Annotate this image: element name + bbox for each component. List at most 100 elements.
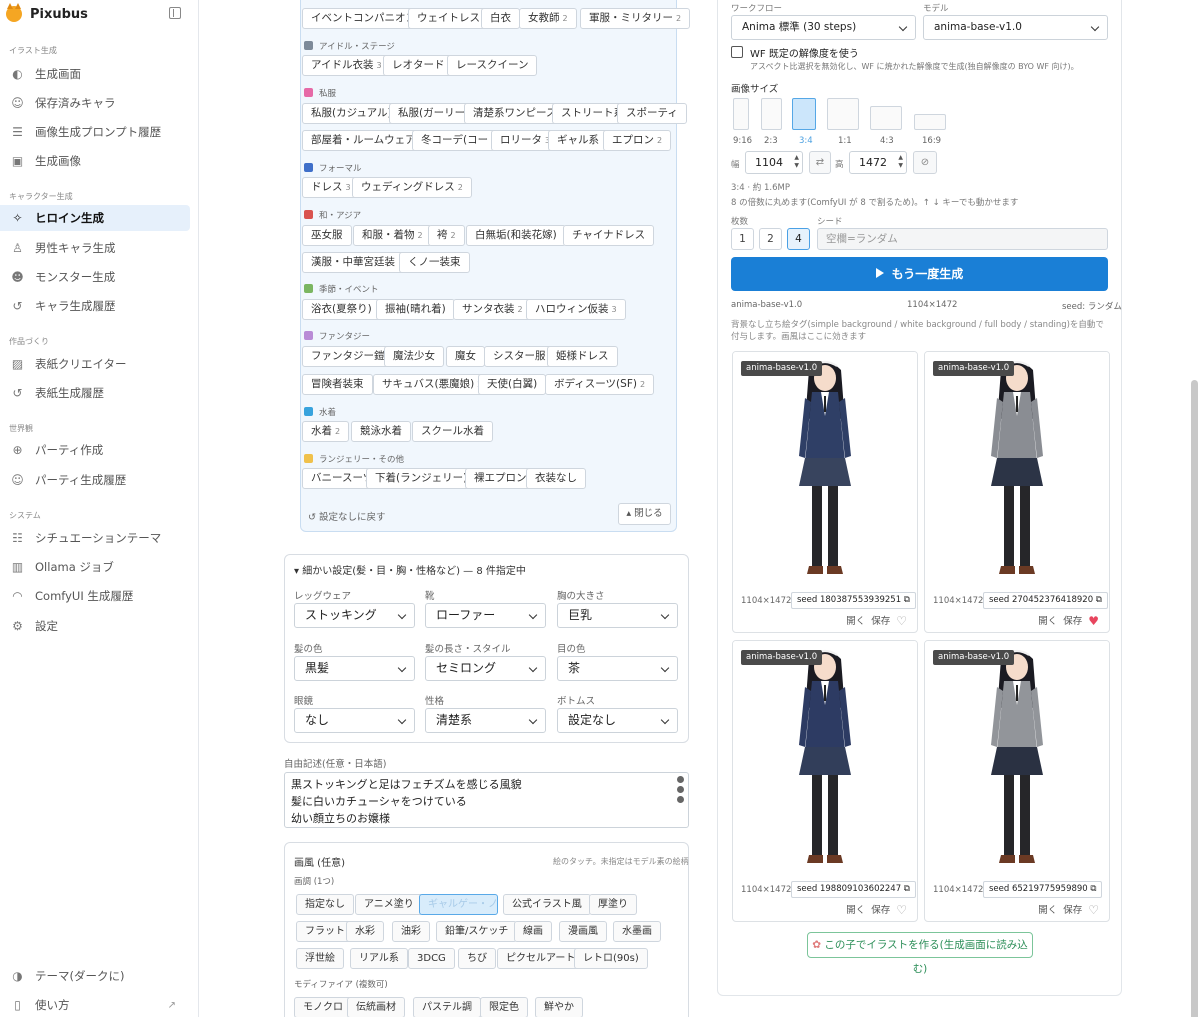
style-chip[interactable]: 指定なし	[296, 894, 354, 915]
seed-input[interactable]: 空欄=ランダム	[817, 228, 1108, 250]
outfit-chip[interactable]: 競泳水着	[351, 421, 411, 442]
detail-field-select[interactable]: セミロング	[425, 656, 546, 681]
sidebar-collapse-icon[interactable]	[169, 7, 181, 19]
detail-settings-toggle[interactable]: ▾ 細かい設定(髪・目・胸・性格など) — 8 件指定中	[294, 562, 526, 577]
detail-field-select[interactable]: 清楚系	[425, 708, 546, 733]
style-chip[interactable]: 浮世絵	[296, 948, 344, 969]
heart-icon[interactable]: ♡	[896, 614, 907, 628]
heart-icon[interactable]: ♡	[1088, 903, 1099, 917]
detail-field-select[interactable]: ローファー	[425, 603, 546, 628]
style-chip[interactable]: 3DCG	[408, 948, 455, 969]
outfit-chip[interactable]: 天使(白翼)	[478, 374, 547, 395]
style-chip[interactable]: 鉛筆/スケッチ	[436, 921, 518, 942]
outfit-chip[interactable]: 浴衣(夏祭り)	[302, 299, 381, 320]
sidebar-item-cover-history[interactable]: ↺ 表紙生成履歴	[0, 380, 190, 406]
style-chip[interactable]: 水彩	[346, 921, 384, 942]
style-chip[interactable]: ピクセルアート	[497, 948, 585, 969]
textarea-scrollbar[interactable]	[677, 776, 685, 816]
outfit-chip[interactable]: くノ一装束	[399, 252, 470, 273]
open-button[interactable]: 開く	[846, 616, 865, 627]
card-seed-copy[interactable]: seed 270452376418920 ⧉	[983, 592, 1108, 609]
detail-field-select[interactable]: 黒髪	[294, 656, 415, 681]
outfit-chip[interactable]: スポーティ	[617, 103, 687, 124]
outfit-chip[interactable]: 魔女	[446, 346, 485, 367]
outfit-chip[interactable]: スクール水着	[412, 421, 493, 442]
help-link[interactable]: ▯ 使い方 ↗	[0, 992, 190, 1017]
page-scrollbar[interactable]	[1191, 380, 1198, 1017]
modifier-chip[interactable]: 限定色	[480, 997, 528, 1017]
sidebar-item-prompt-history[interactable]: ☰ 画像生成プロンプト履歴	[0, 119, 190, 145]
brand[interactable]: Pixubus	[6, 3, 88, 24]
outfit-chip[interactable]: シスター服	[484, 346, 555, 367]
ratio-option[interactable]	[870, 106, 902, 130]
swap-size-button[interactable]: ⇄	[809, 151, 831, 174]
character-illustration[interactable]	[733, 352, 917, 588]
outfit-chip[interactable]: 漢服・中華宮廷装	[302, 252, 404, 273]
ratio-option[interactable]	[761, 98, 782, 130]
outfit-chip[interactable]: 袴2	[428, 225, 465, 246]
outfit-chip[interactable]: 女教師 2	[519, 8, 577, 29]
detail-field-select[interactable]: なし	[294, 708, 415, 733]
outfit-chip[interactable]: レースクイーン	[447, 55, 538, 76]
detail-field-select[interactable]: 巨乳	[557, 603, 678, 628]
model-select[interactable]: anima-base-v1.0	[923, 15, 1108, 40]
sidebar-item-situation[interactable]: ☷ シチュエーションテーマ	[0, 525, 190, 551]
outfit-chip[interactable]: 私服(カジュアル)	[302, 103, 401, 124]
sidebar-item-party-history[interactable]: ☺ パーティ生成履歴	[0, 467, 190, 493]
outfit-chip[interactable]: 裸エプロン	[465, 468, 536, 489]
result-card[interactable]: anima-base-v1.0 1104×1472 seed 18038755393…	[732, 351, 918, 633]
style-chip[interactable]: ギャルゲー・ノベル	[419, 894, 498, 915]
sidebar-item-party[interactable]: ⊕ パーティ作成	[0, 437, 190, 463]
outfit-chip[interactable]: 和服・着物 2	[353, 225, 432, 246]
modifier-chip[interactable]: 伝統画材	[347, 997, 405, 1017]
outfit-chip[interactable]: 白衣	[481, 8, 520, 29]
modifier-chip[interactable]: 鮮やか	[535, 997, 583, 1017]
outfit-chip[interactable]: 姫様ドレス	[547, 346, 618, 367]
outfit-chip[interactable]: 清楚系ワンピース	[464, 103, 566, 124]
workflow-select[interactable]: Anima 標準 (30 steps)	[731, 15, 916, 40]
style-chip[interactable]: リアル系	[350, 948, 408, 969]
sidebar-item-generate[interactable]: ◐ 生成画面	[0, 61, 190, 87]
style-chip[interactable]: ちび	[458, 948, 496, 969]
outfit-chip[interactable]: 白無垢(和装花嫁)	[466, 225, 566, 246]
outfit-chip[interactable]: サキュバス(悪魔娘)2	[373, 374, 492, 395]
detail-field-select[interactable]: ストッキング	[294, 603, 415, 628]
outfit-chip[interactable]: ハロウィン仮装 3	[526, 299, 626, 320]
style-chip[interactable]: 公式イラスト風	[503, 894, 591, 915]
sidebar-item-char-history[interactable]: ↺ キャラ生成履歴	[0, 293, 190, 319]
link-ratio-button[interactable]: ⊘	[913, 151, 937, 174]
save-button[interactable]: 保存	[1063, 905, 1082, 916]
sidebar-item-settings[interactable]: ⚙ 設定	[0, 613, 190, 639]
outfit-chip[interactable]: ボディスーツ(SF) 2	[545, 374, 655, 395]
outfit-chip[interactable]: 魔法少女	[384, 346, 444, 367]
sidebar-item-ollama[interactable]: ▥ Ollama ジョブ	[0, 554, 190, 580]
result-card[interactable]: anima-base-v1.0 1104×1472 seed 27045237641…	[924, 351, 1110, 633]
outfit-chip[interactable]: サンタ衣装 2	[453, 299, 532, 320]
close-outfit-button[interactable]: ▴ 閉じる	[618, 503, 671, 525]
sidebar-item-monster[interactable]: ☻ モンスター生成	[0, 264, 190, 290]
save-button[interactable]: 保存	[871, 905, 890, 916]
outfit-chip[interactable]: ウェディングドレス 2	[352, 177, 472, 198]
sidebar-item-comfyui[interactable]: ◠ ComfyUI 生成履歴	[0, 583, 190, 609]
outfit-chip[interactable]: 軍服・ミリタリー 2	[580, 8, 691, 29]
outfit-chip[interactable]: エプロン 2	[603, 130, 672, 151]
regenerate-button[interactable]: もう一度生成	[731, 257, 1108, 291]
sidebar-item-male[interactable]: ♙ 男性キャラ生成	[0, 235, 190, 261]
heart-icon[interactable]: ♥	[1088, 614, 1099, 628]
character-illustration[interactable]	[925, 352, 1109, 588]
sidebar-item-images[interactable]: ▣ 生成画像	[0, 148, 190, 174]
outfit-chip[interactable]: アイドル衣装 3	[302, 55, 391, 76]
detail-field-select[interactable]: 設定なし	[557, 708, 678, 733]
outfit-chip[interactable]: ドレス 3	[302, 177, 360, 198]
wf-resolution-checkbox[interactable]	[731, 46, 743, 58]
open-button[interactable]: 開く	[1038, 616, 1057, 627]
modifier-chip[interactable]: パステル調	[413, 997, 481, 1017]
stepper-icon[interactable]: ▲ ▼	[898, 154, 903, 170]
outfit-chip[interactable]: 冒険者装束	[302, 374, 373, 395]
ratio-option[interactable]	[792, 98, 816, 130]
style-chip[interactable]: レトロ(90s)	[574, 948, 648, 969]
outfit-chip[interactable]: チャイナドレス	[563, 225, 655, 246]
style-chip[interactable]: 厚塗り	[589, 894, 637, 915]
style-chip[interactable]: 油彩	[392, 921, 430, 942]
ratio-option[interactable]	[827, 98, 859, 130]
